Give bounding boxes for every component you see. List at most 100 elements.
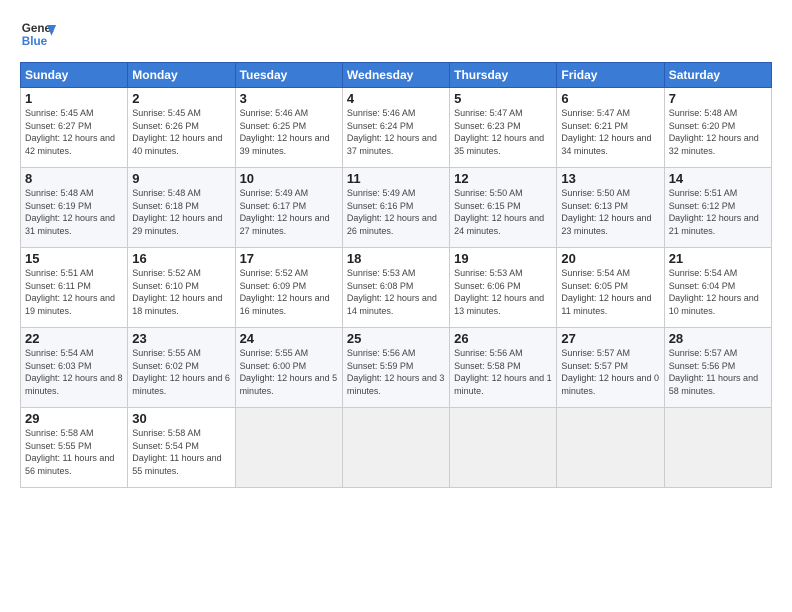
day-info: Sunrise: 5:54 AMSunset: 6:03 PMDaylight:… [25,348,123,396]
table-row: 10 Sunrise: 5:49 AMSunset: 6:17 PMDayligh… [235,168,342,248]
day-info: Sunrise: 5:58 AMSunset: 5:54 PMDaylight:… [132,428,221,476]
day-info: Sunrise: 5:55 AMSunset: 6:00 PMDaylight:… [240,348,338,396]
table-row: 8 Sunrise: 5:48 AMSunset: 6:19 PMDaylight… [21,168,128,248]
day-info: Sunrise: 5:54 AMSunset: 6:05 PMDaylight:… [561,268,651,316]
day-info: Sunrise: 5:45 AMSunset: 6:26 PMDaylight:… [132,108,222,156]
table-row: 30 Sunrise: 5:58 AMSunset: 5:54 PMDayligh… [128,408,235,488]
day-info: Sunrise: 5:48 AMSunset: 6:19 PMDaylight:… [25,188,115,236]
table-row: 6 Sunrise: 5:47 AMSunset: 6:21 PMDaylight… [557,88,664,168]
table-row: 9 Sunrise: 5:48 AMSunset: 6:18 PMDaylight… [128,168,235,248]
table-row: 12 Sunrise: 5:50 AMSunset: 6:15 PMDayligh… [450,168,557,248]
table-row [557,408,664,488]
day-info: Sunrise: 5:47 AMSunset: 6:21 PMDaylight:… [561,108,651,156]
svg-text:Blue: Blue [22,35,48,48]
day-number: 14 [669,171,767,186]
day-number: 25 [347,331,445,346]
col-header-monday: Monday [128,63,235,88]
day-number: 2 [132,91,230,106]
table-row [450,408,557,488]
day-number: 19 [454,251,552,266]
day-number: 1 [25,91,123,106]
day-info: Sunrise: 5:47 AMSunset: 6:23 PMDaylight:… [454,108,544,156]
day-info: Sunrise: 5:53 AMSunset: 6:06 PMDaylight:… [454,268,544,316]
day-number: 23 [132,331,230,346]
col-header-wednesday: Wednesday [342,63,449,88]
table-row: 11 Sunrise: 5:49 AMSunset: 6:16 PMDayligh… [342,168,449,248]
day-number: 5 [454,91,552,106]
table-row: 24 Sunrise: 5:55 AMSunset: 6:00 PMDayligh… [235,328,342,408]
day-number: 20 [561,251,659,266]
col-header-saturday: Saturday [664,63,771,88]
day-number: 3 [240,91,338,106]
day-info: Sunrise: 5:46 AMSunset: 6:24 PMDaylight:… [347,108,437,156]
table-row: 7 Sunrise: 5:48 AMSunset: 6:20 PMDaylight… [664,88,771,168]
table-row: 22 Sunrise: 5:54 AMSunset: 6:03 PMDayligh… [21,328,128,408]
day-number: 4 [347,91,445,106]
day-info: Sunrise: 5:55 AMSunset: 6:02 PMDaylight:… [132,348,230,396]
col-header-friday: Friday [557,63,664,88]
day-number: 6 [561,91,659,106]
day-number: 22 [25,331,123,346]
table-row: 3 Sunrise: 5:46 AMSunset: 6:25 PMDaylight… [235,88,342,168]
day-info: Sunrise: 5:57 AMSunset: 5:56 PMDaylight:… [669,348,758,396]
day-info: Sunrise: 5:52 AMSunset: 6:09 PMDaylight:… [240,268,330,316]
day-number: 29 [25,411,123,426]
logo: General Blue [20,16,56,52]
day-info: Sunrise: 5:49 AMSunset: 6:17 PMDaylight:… [240,188,330,236]
day-info: Sunrise: 5:54 AMSunset: 6:04 PMDaylight:… [669,268,759,316]
day-number: 26 [454,331,552,346]
col-header-sunday: Sunday [21,63,128,88]
col-header-thursday: Thursday [450,63,557,88]
day-number: 28 [669,331,767,346]
day-info: Sunrise: 5:50 AMSunset: 6:13 PMDaylight:… [561,188,651,236]
day-number: 16 [132,251,230,266]
day-number: 9 [132,171,230,186]
day-info: Sunrise: 5:49 AMSunset: 6:16 PMDaylight:… [347,188,437,236]
table-row: 4 Sunrise: 5:46 AMSunset: 6:24 PMDaylight… [342,88,449,168]
day-number: 21 [669,251,767,266]
table-row: 16 Sunrise: 5:52 AMSunset: 6:10 PMDayligh… [128,248,235,328]
table-row: 29 Sunrise: 5:58 AMSunset: 5:55 PMDayligh… [21,408,128,488]
day-info: Sunrise: 5:52 AMSunset: 6:10 PMDaylight:… [132,268,222,316]
table-row: 18 Sunrise: 5:53 AMSunset: 6:08 PMDayligh… [342,248,449,328]
day-number: 11 [347,171,445,186]
day-number: 15 [25,251,123,266]
day-info: Sunrise: 5:46 AMSunset: 6:25 PMDaylight:… [240,108,330,156]
col-header-tuesday: Tuesday [235,63,342,88]
day-number: 7 [669,91,767,106]
day-info: Sunrise: 5:51 AMSunset: 6:11 PMDaylight:… [25,268,115,316]
table-row: 25 Sunrise: 5:56 AMSunset: 5:59 PMDayligh… [342,328,449,408]
table-row: 21 Sunrise: 5:54 AMSunset: 6:04 PMDayligh… [664,248,771,328]
day-number: 27 [561,331,659,346]
table-row [664,408,771,488]
day-info: Sunrise: 5:48 AMSunset: 6:18 PMDaylight:… [132,188,222,236]
day-info: Sunrise: 5:57 AMSunset: 5:57 PMDaylight:… [561,348,659,396]
day-number: 10 [240,171,338,186]
day-number: 13 [561,171,659,186]
calendar-table: SundayMondayTuesdayWednesdayThursdayFrid… [20,62,772,488]
day-info: Sunrise: 5:56 AMSunset: 5:59 PMDaylight:… [347,348,445,396]
day-number: 24 [240,331,338,346]
table-row [342,408,449,488]
day-info: Sunrise: 5:53 AMSunset: 6:08 PMDaylight:… [347,268,437,316]
table-row: 2 Sunrise: 5:45 AMSunset: 6:26 PMDaylight… [128,88,235,168]
table-row: 26 Sunrise: 5:56 AMSunset: 5:58 PMDayligh… [450,328,557,408]
day-info: Sunrise: 5:50 AMSunset: 6:15 PMDaylight:… [454,188,544,236]
table-row: 27 Sunrise: 5:57 AMSunset: 5:57 PMDayligh… [557,328,664,408]
day-number: 8 [25,171,123,186]
table-row: 23 Sunrise: 5:55 AMSunset: 6:02 PMDayligh… [128,328,235,408]
day-number: 12 [454,171,552,186]
day-number: 18 [347,251,445,266]
day-info: Sunrise: 5:58 AMSunset: 5:55 PMDaylight:… [25,428,114,476]
table-row: 5 Sunrise: 5:47 AMSunset: 6:23 PMDaylight… [450,88,557,168]
table-row: 1Sunrise: 5:45 AMSunset: 6:27 PMDaylight… [21,88,128,168]
table-row [235,408,342,488]
day-number: 30 [132,411,230,426]
table-row: 19 Sunrise: 5:53 AMSunset: 6:06 PMDayligh… [450,248,557,328]
day-info: Sunrise: 5:48 AMSunset: 6:20 PMDaylight:… [669,108,759,156]
table-row: 20 Sunrise: 5:54 AMSunset: 6:05 PMDayligh… [557,248,664,328]
table-row: 15 Sunrise: 5:51 AMSunset: 6:11 PMDayligh… [21,248,128,328]
day-info: Sunrise: 5:51 AMSunset: 6:12 PMDaylight:… [669,188,759,236]
day-info: Sunrise: 5:56 AMSunset: 5:58 PMDaylight:… [454,348,552,396]
table-row: 17Sunrise: 5:52 AMSunset: 6:09 PMDayligh… [235,248,342,328]
